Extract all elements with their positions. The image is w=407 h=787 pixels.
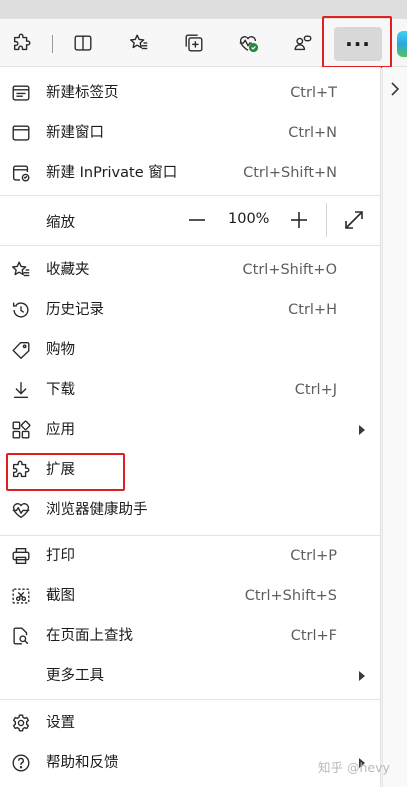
zoom-row: 缩放 100% [0, 199, 381, 241]
sidebar-strip [382, 67, 407, 787]
browser-health-icon [10, 499, 32, 521]
menu-item-new-inprivate[interactable]: 新建 InPrivate 窗口 Ctrl+Shift+N [0, 153, 381, 193]
toolbar-extensions-button[interactable] [4, 26, 40, 60]
menu-item-browser-health[interactable]: 浏览器健康助手 [0, 490, 381, 530]
browser-toolbar: ··· [0, 19, 407, 67]
inprivate-icon [10, 162, 32, 184]
menu-item-extensions[interactable]: 扩展 [0, 450, 381, 490]
menu-item-label: 在页面上查找 [46, 628, 133, 644]
zoom-in-button[interactable] [286, 207, 312, 233]
toolbar-separator [52, 35, 53, 53]
history-icon [10, 299, 32, 321]
apps-icon [10, 419, 32, 441]
collections-icon [185, 34, 203, 52]
zoom-label: 缩放 [46, 215, 75, 231]
heart-pulse-icon [239, 36, 259, 53]
tab-strip [0, 0, 407, 19]
menu-item-label: 历史记录 [46, 302, 104, 318]
edge-logo-icon [397, 31, 407, 57]
download-icon [10, 379, 32, 401]
people-icon [294, 35, 312, 51]
menu-item-shortcut: Ctrl+N [288, 125, 337, 141]
menu-item-more-tools[interactable]: 更多工具 [0, 656, 381, 696]
favorites-star-icon [129, 34, 148, 50]
help-icon [10, 752, 32, 774]
zoom-value: 100% [228, 211, 270, 227]
menu-item-new-tab[interactable]: 新建标签页 Ctrl+T [0, 73, 381, 113]
zoom-out-button[interactable] [184, 207, 210, 233]
more-dots-icon: ··· [345, 32, 371, 56]
new-window-icon [10, 122, 32, 144]
menu-item-label: 浏览器健康助手 [46, 502, 148, 518]
menu-item-downloads[interactable]: 下载 Ctrl+J [0, 370, 381, 410]
menu-divider [0, 245, 381, 246]
shopping-tag-icon [10, 339, 32, 361]
watermark-text: 知乎 @hevy [318, 760, 390, 775]
menu-item-label: 收藏夹 [46, 262, 90, 278]
fullscreen-expand-icon[interactable] [341, 207, 367, 233]
menu-item-label: 扩展 [46, 462, 75, 478]
zoom-separator [326, 203, 327, 237]
menu-item-label: 新建 InPrivate 窗口 [46, 165, 178, 181]
menu-item-label: 帮助和反馈 [46, 755, 119, 771]
submenu-arrow-icon [359, 671, 365, 681]
submenu-arrow-icon [359, 425, 365, 435]
settings-menu: 新建标签页 Ctrl+T 新建窗口 Ctrl+N 新建 InPrivate 窗口… [0, 67, 381, 787]
menu-item-label: 购物 [46, 342, 75, 358]
toolbar-browser-essentials-button[interactable] [230, 26, 266, 60]
chevron-right-icon[interactable] [388, 80, 402, 98]
menu-item-label: 下载 [46, 382, 75, 398]
menu-item-label: 设置 [46, 715, 75, 731]
menu-item-shortcut: Ctrl+T [290, 85, 337, 101]
menu-item-shortcut: Ctrl+J [294, 382, 337, 398]
menu-item-settings[interactable]: 设置 [0, 703, 381, 743]
menu-item-shortcut: Ctrl+P [290, 548, 337, 564]
menu-item-favorites[interactable]: 收藏夹 Ctrl+Shift+O [0, 250, 381, 290]
new-tab-icon [10, 82, 32, 104]
menu-item-shortcut: Ctrl+Shift+O [242, 262, 337, 278]
menu-item-print[interactable]: 打印 Ctrl+P [0, 536, 381, 576]
print-icon [10, 545, 32, 567]
menu-item-label: 打印 [46, 548, 75, 564]
menu-item-screenshot[interactable]: 截图 Ctrl+Shift+S [0, 576, 381, 616]
menu-item-apps[interactable]: 应用 [0, 410, 381, 450]
menu-divider [0, 195, 381, 196]
menu-item-label: 新建窗口 [46, 125, 104, 141]
find-on-page-icon [10, 625, 32, 647]
split-screen-icon [74, 35, 92, 51]
menu-item-label: 应用 [46, 422, 75, 438]
menu-item-shortcut: Ctrl+Shift+N [243, 165, 337, 181]
menu-item-shortcut: Ctrl+F [290, 628, 337, 644]
extensions-icon [10, 459, 32, 481]
toolbar-profile-button[interactable] [285, 26, 321, 60]
favorites-icon [10, 259, 32, 281]
settings-and-more-button[interactable]: ··· [334, 27, 382, 61]
menu-item-new-window[interactable]: 新建窗口 Ctrl+N [0, 113, 381, 153]
menu-item-shortcut: Ctrl+H [288, 302, 337, 318]
menu-item-label: 新建标签页 [46, 85, 119, 101]
toolbar-collections-button[interactable] [176, 26, 212, 60]
menu-item-label: 截图 [46, 588, 75, 604]
screenshot-icon [10, 585, 32, 607]
menu-item-find-on-page[interactable]: 在页面上查找 Ctrl+F [0, 616, 381, 656]
menu-divider [0, 699, 381, 700]
menu-item-history[interactable]: 历史记录 Ctrl+H [0, 290, 381, 330]
toolbar-favorites-button[interactable] [121, 26, 157, 60]
settings-icon [10, 712, 32, 734]
menu-item-shortcut: Ctrl+Shift+S [244, 588, 337, 604]
toolbar-split-screen-button[interactable] [65, 26, 101, 60]
menu-item-shopping[interactable]: 购物 [0, 330, 381, 370]
menu-item-label: 更多工具 [46, 668, 104, 684]
browser-window: ··· 新建标签页 Ctrl+T 新建窗口 Ctrl+N 新建 InPrivat… [0, 0, 407, 787]
puzzle-icon [13, 33, 31, 51]
